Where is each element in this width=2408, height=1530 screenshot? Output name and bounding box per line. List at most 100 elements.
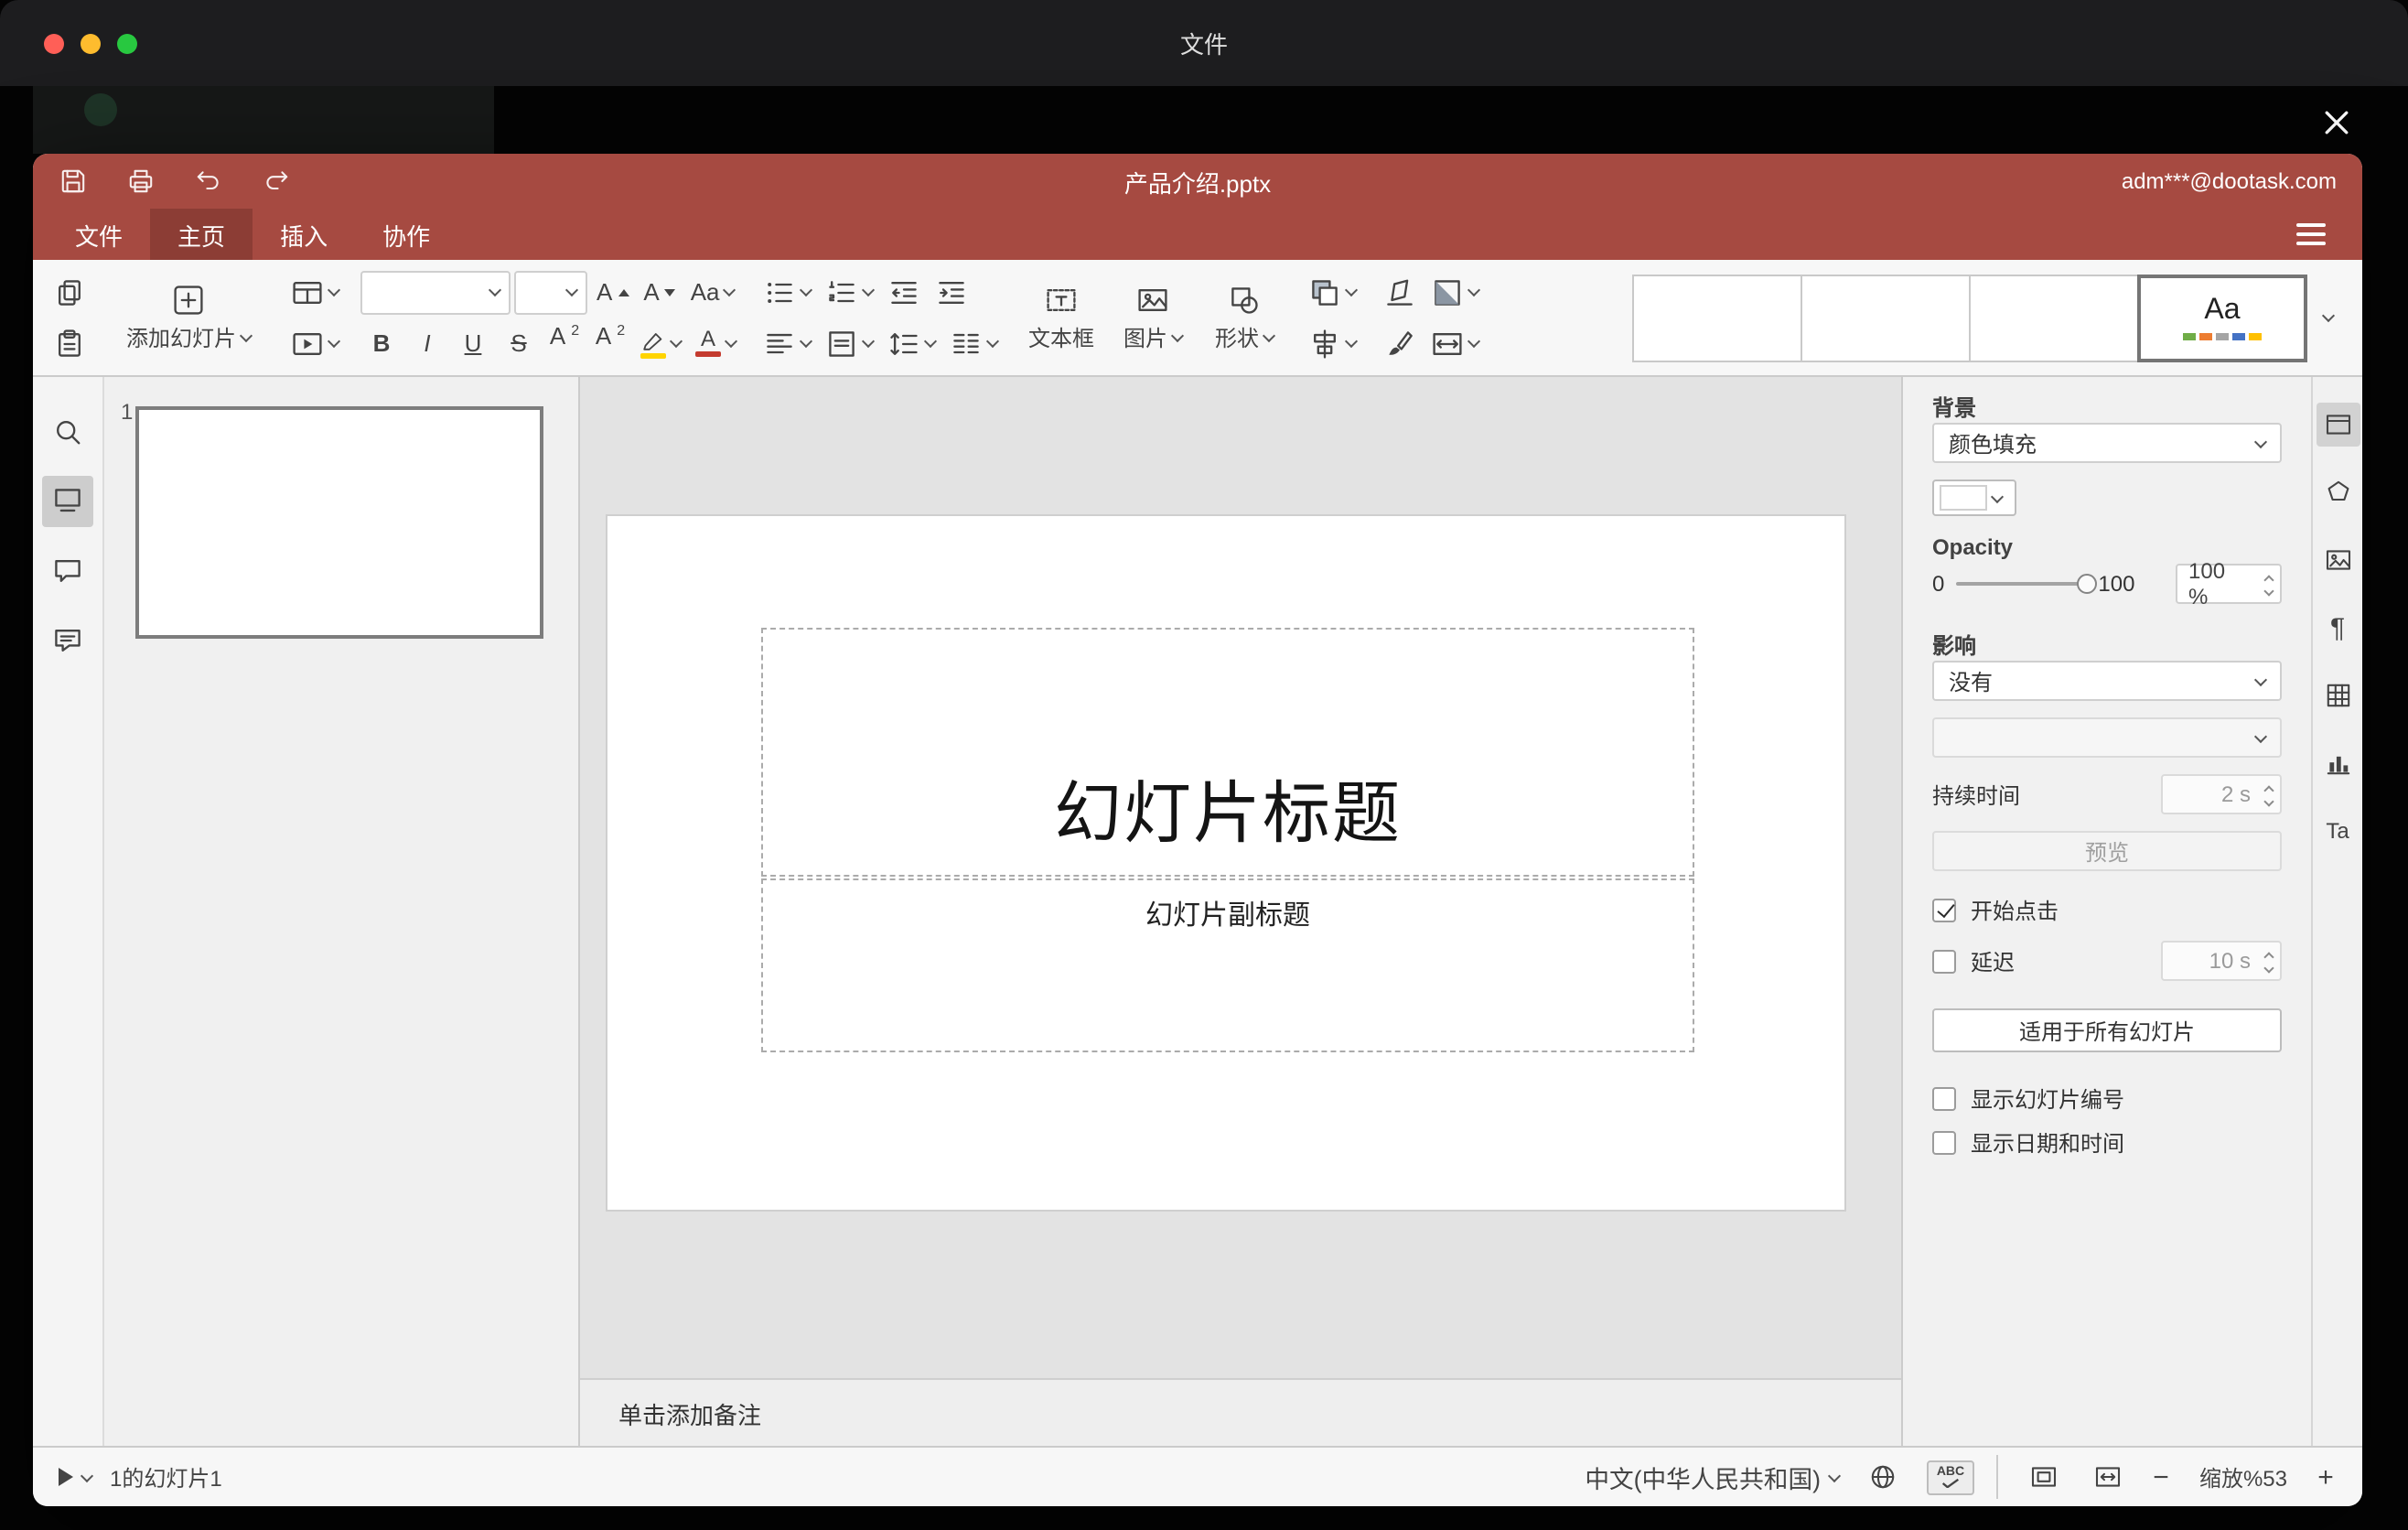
minimize-traffic-light[interactable] xyxy=(81,33,101,53)
add-slide-button[interactable]: 添加幻灯片 xyxy=(108,267,269,368)
insert-image-button[interactable]: 图片 xyxy=(1111,267,1195,368)
start-slideshow-button[interactable] xyxy=(285,321,344,365)
font-color-button[interactable]: A xyxy=(690,321,741,365)
tab-insert[interactable]: 插入 xyxy=(253,209,355,260)
title-placeholder[interactable]: 幻灯片标题 xyxy=(761,628,1694,877)
show-date-time-checkbox[interactable]: 显示日期和时间 xyxy=(1932,1127,2282,1157)
delay-checkbox[interactable]: 延迟 xyxy=(1932,946,2015,975)
tab-home[interactable]: 主页 xyxy=(150,209,253,260)
copy-style-button[interactable] xyxy=(1378,321,1422,365)
paste-button[interactable] xyxy=(48,321,91,365)
checkbox-icon[interactable] xyxy=(1932,949,1956,973)
gallery-expand-button[interactable] xyxy=(2307,274,2348,361)
theme-thumbnail[interactable] xyxy=(1632,274,1802,361)
increase-font-size-button[interactable]: A xyxy=(591,270,634,314)
decrease-indent-button[interactable] xyxy=(882,270,926,314)
tab-file[interactable]: 文件 xyxy=(48,209,150,260)
subtitle-placeholder[interactable]: 幻灯片副标题 xyxy=(761,878,1694,1052)
duration-input[interactable]: 2 s xyxy=(2161,774,2282,814)
line-spacing-button[interactable] xyxy=(882,321,941,365)
checkbox-icon[interactable] xyxy=(1932,1130,1956,1154)
start-on-click-checkbox[interactable]: 开始点击 xyxy=(1932,895,2282,924)
slide[interactable]: 幻灯片标题 幻灯片副标题 xyxy=(606,514,1846,1212)
checkbox-checked-icon[interactable] xyxy=(1932,898,1956,921)
columns-button[interactable] xyxy=(944,321,1003,365)
theme-thumbnail[interactable] xyxy=(1969,274,2139,361)
theme-thumbnail[interactable] xyxy=(1801,274,1971,361)
text-art-settings-icon[interactable]: Ta xyxy=(2316,809,2360,853)
font-size-combo[interactable] xyxy=(514,270,587,314)
save-button[interactable] xyxy=(59,167,88,196)
redo-button[interactable] xyxy=(262,167,291,196)
print-button[interactable] xyxy=(126,167,156,196)
color-scheme-button[interactable] xyxy=(1425,270,1484,314)
clear-style-button[interactable] xyxy=(1378,270,1422,314)
spell-check-icon[interactable]: ABC xyxy=(1927,1460,1974,1494)
spinner-arrows[interactable] xyxy=(2263,783,2274,807)
spinner-arrows[interactable] xyxy=(2263,573,2274,597)
opacity-slider[interactable] xyxy=(1955,574,2097,594)
change-layout-button[interactable] xyxy=(285,270,344,314)
fit-to-slide-icon[interactable] xyxy=(2022,1455,2066,1499)
bullets-button[interactable] xyxy=(758,270,816,314)
fullscreen-traffic-light[interactable] xyxy=(117,33,137,53)
document-language-button[interactable]: 中文(中华人民共和国) xyxy=(1585,1460,1842,1494)
slider-knob[interactable] xyxy=(2076,574,2097,594)
arrange-shapes-button[interactable] xyxy=(1303,270,1361,314)
preview-button[interactable]: 预览 xyxy=(1932,831,2282,871)
horizontal-align-button[interactable] xyxy=(758,321,816,365)
highlight-color-button[interactable] xyxy=(635,321,686,365)
image-settings-icon[interactable] xyxy=(2316,538,2360,582)
underline-button[interactable]: U xyxy=(452,321,494,365)
slide-thumbnail[interactable] xyxy=(135,406,543,639)
bold-button[interactable]: B xyxy=(360,321,403,365)
table-settings-icon[interactable] xyxy=(2316,673,2360,717)
slides-panel-icon[interactable] xyxy=(42,476,93,527)
fill-color-picker[interactable] xyxy=(1932,479,2016,516)
notes-area[interactable]: 单击添加备注 xyxy=(580,1378,1901,1446)
subscript-button[interactable]: A2 xyxy=(589,321,631,365)
change-case-button[interactable]: Aa xyxy=(685,270,740,314)
shape-settings-icon[interactable] xyxy=(2316,470,2360,514)
font-name-combo[interactable] xyxy=(360,270,511,314)
close-icon[interactable] xyxy=(2317,102,2357,143)
effect-select[interactable]: 没有 xyxy=(1932,661,2282,701)
slide-size-button[interactable] xyxy=(1425,321,1484,365)
chat-icon[interactable] xyxy=(42,615,93,666)
effect-type-select[interactable] xyxy=(1932,717,2282,758)
show-slide-number-checkbox[interactable]: 显示幻灯片编号 xyxy=(1932,1083,2282,1113)
editing-canvas[interactable]: 幻灯片标题 幻灯片副标题 xyxy=(580,377,1901,1378)
numbering-button[interactable] xyxy=(820,270,878,314)
insert-textbox-button[interactable]: 文本框 xyxy=(1019,267,1103,368)
fit-to-width-icon[interactable] xyxy=(2086,1455,2130,1499)
delay-input[interactable]: 10 s xyxy=(2161,941,2282,981)
increase-indent-button[interactable] xyxy=(930,270,973,314)
start-slideshow-statusbar-button[interactable] xyxy=(59,1468,94,1486)
spinner-arrows[interactable] xyxy=(2263,950,2274,974)
opacity-input[interactable]: 100 % xyxy=(2176,558,2282,609)
align-shapes-button[interactable] xyxy=(1303,321,1361,365)
copy-button[interactable] xyxy=(48,270,91,314)
close-traffic-light[interactable] xyxy=(44,33,64,53)
paragraph-settings-icon[interactable]: ¶ xyxy=(2316,606,2360,650)
background-fill-select[interactable]: 颜色填充 xyxy=(1932,423,2282,463)
checkbox-icon[interactable] xyxy=(1932,1086,1956,1110)
comments-icon[interactable] xyxy=(42,545,93,597)
zoom-in-button[interactable]: + xyxy=(2315,1461,2337,1492)
slide-settings-icon[interactable] xyxy=(2316,403,2360,447)
menu-icon[interactable] xyxy=(2296,209,2337,260)
insert-shape-button[interactable]: 形状 xyxy=(1202,267,1286,368)
theme-thumbnail-selected[interactable]: Aa xyxy=(2137,274,2307,361)
vertical-align-button[interactable] xyxy=(820,321,878,365)
tab-collaboration[interactable]: 协作 xyxy=(355,209,457,260)
zoom-out-button[interactable]: − xyxy=(2150,1461,2172,1492)
search-icon[interactable] xyxy=(42,406,93,458)
set-language-globe-icon[interactable] xyxy=(1861,1455,1905,1499)
italic-button[interactable]: I xyxy=(406,321,448,365)
chart-settings-icon[interactable] xyxy=(2316,741,2360,785)
decrease-font-size-button[interactable]: A xyxy=(638,270,681,314)
apply-to-all-slides-button[interactable]: 适用于所有幻灯片 xyxy=(1932,1008,2282,1052)
superscript-button[interactable]: A2 xyxy=(543,321,586,365)
strikeout-button[interactable]: S xyxy=(498,321,540,365)
undo-button[interactable] xyxy=(194,167,223,196)
